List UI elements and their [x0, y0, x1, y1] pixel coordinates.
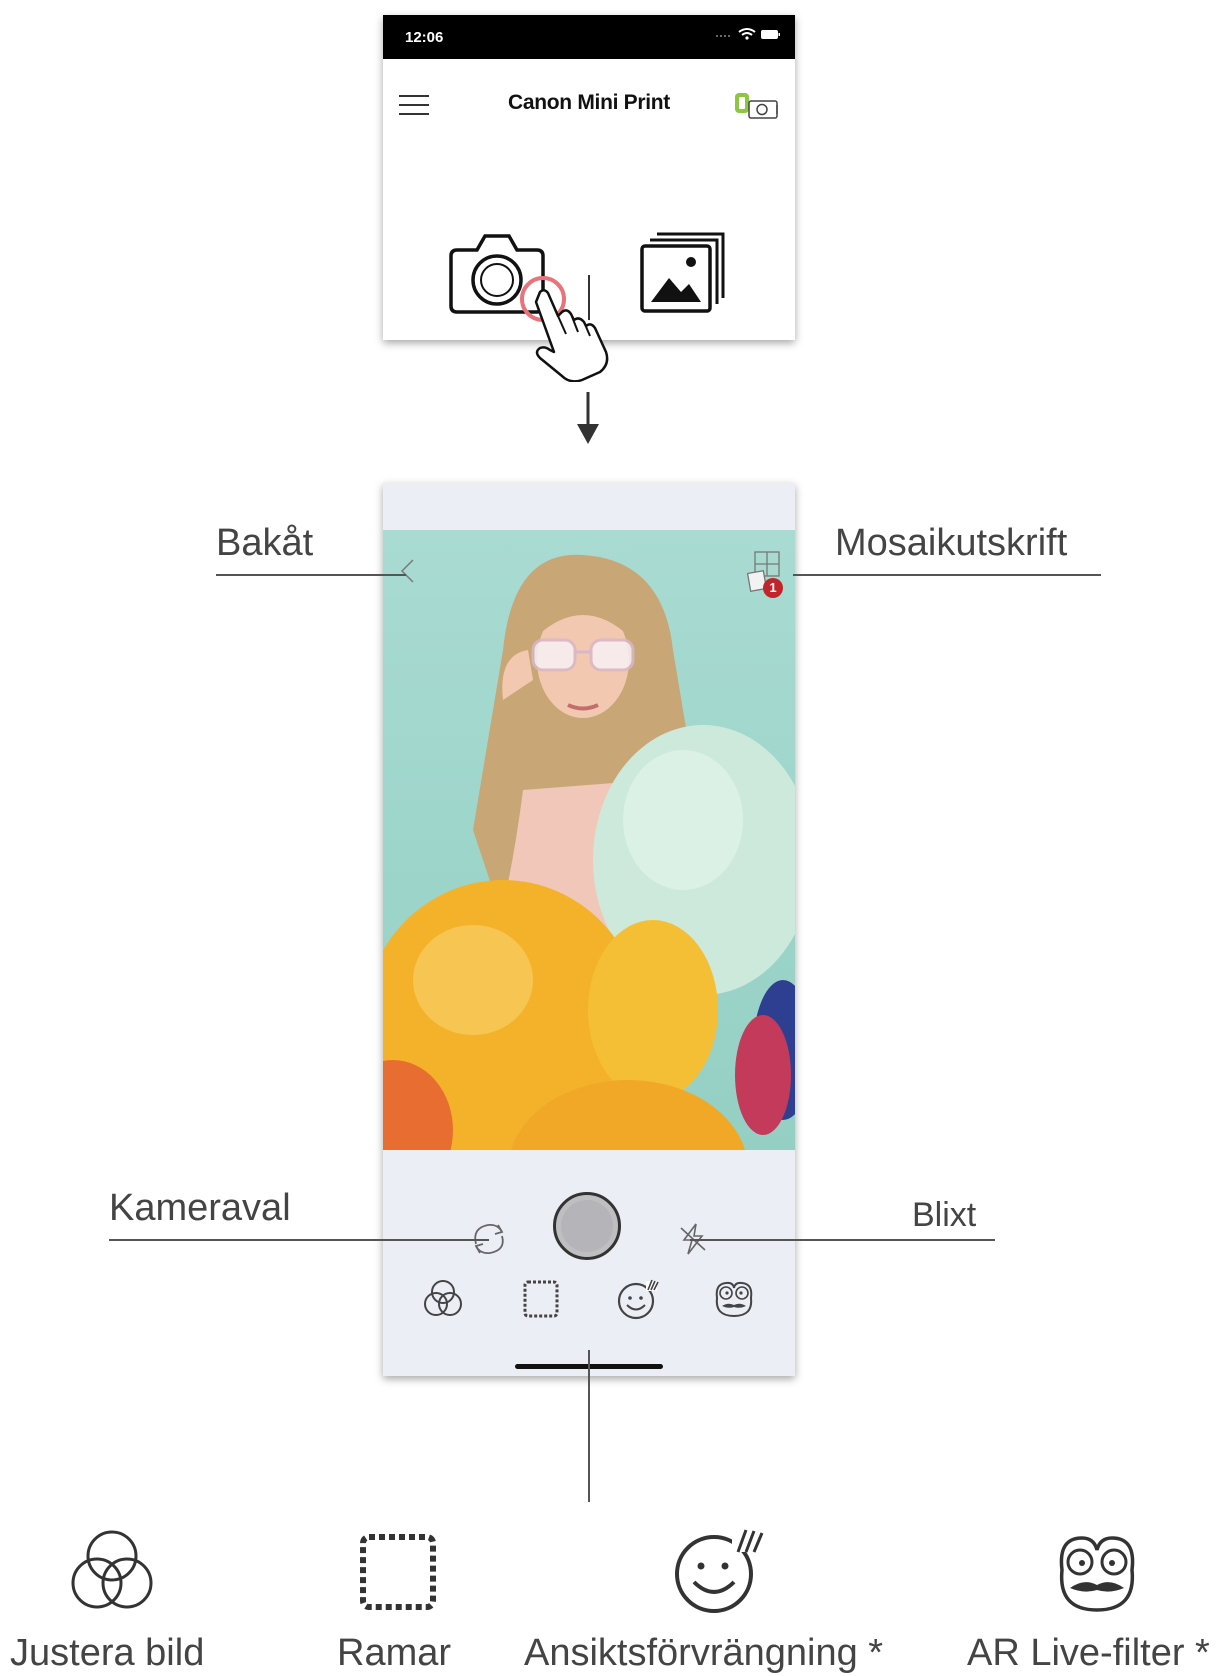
collage-badge: 1	[763, 578, 783, 598]
face-warp-icon	[670, 1526, 770, 1621]
camera-header	[383, 483, 795, 530]
status-bar: 12:06	[383, 15, 795, 59]
legend-label-frames: Ramar	[337, 1632, 452, 1674]
camera-viewfinder: 1	[383, 530, 795, 1150]
legend-label-adjust: Justera bild	[10, 1632, 205, 1674]
callout-flash-line	[690, 1239, 995, 1241]
app-header: Canon Mini Print	[383, 59, 795, 139]
tap-hand-icon	[496, 262, 626, 387]
frames-tool-icon[interactable]	[521, 1278, 561, 1325]
adjust-image-tool-icon[interactable]	[420, 1278, 466, 1325]
callout-collage-line	[793, 574, 1101, 576]
callout-back: Bakåt	[216, 522, 314, 564]
ar-live-filter-tool-icon[interactable]	[711, 1278, 757, 1325]
status-icons	[711, 26, 781, 47]
gallery-icon[interactable]	[639, 230, 729, 320]
viewfinder-photo	[383, 554, 795, 1150]
face-warp-tool-icon[interactable]	[614, 1278, 662, 1325]
tools-callout-line	[588, 1350, 590, 1502]
callout-flash: Blixt	[912, 1196, 977, 1234]
legend-label-ar-filter: AR Live-filter *	[967, 1632, 1210, 1674]
printer-status-icon[interactable]	[733, 91, 781, 126]
callout-back-line	[216, 574, 406, 576]
callout-collage: Mosaikutskrift	[835, 522, 1068, 564]
camera-controls	[383, 1150, 795, 1376]
adjust-image-icon	[66, 1528, 158, 1619]
legend-label-face-warp: Ansiktsförvrängning *	[524, 1632, 884, 1674]
frames-icon	[358, 1532, 438, 1617]
callout-camera-select-line	[109, 1239, 489, 1241]
camera-screen: 1	[383, 483, 795, 1376]
arrow-down-icon	[575, 390, 601, 451]
switch-camera-icon[interactable]	[468, 1220, 508, 1263]
status-time: 12:06	[405, 29, 444, 46]
flash-off-icon[interactable]	[678, 1222, 708, 1261]
callout-camera-select: Kameraval	[109, 1187, 291, 1229]
ar-live-filter-icon	[1052, 1530, 1142, 1619]
shutter-button[interactable]	[553, 1192, 621, 1260]
